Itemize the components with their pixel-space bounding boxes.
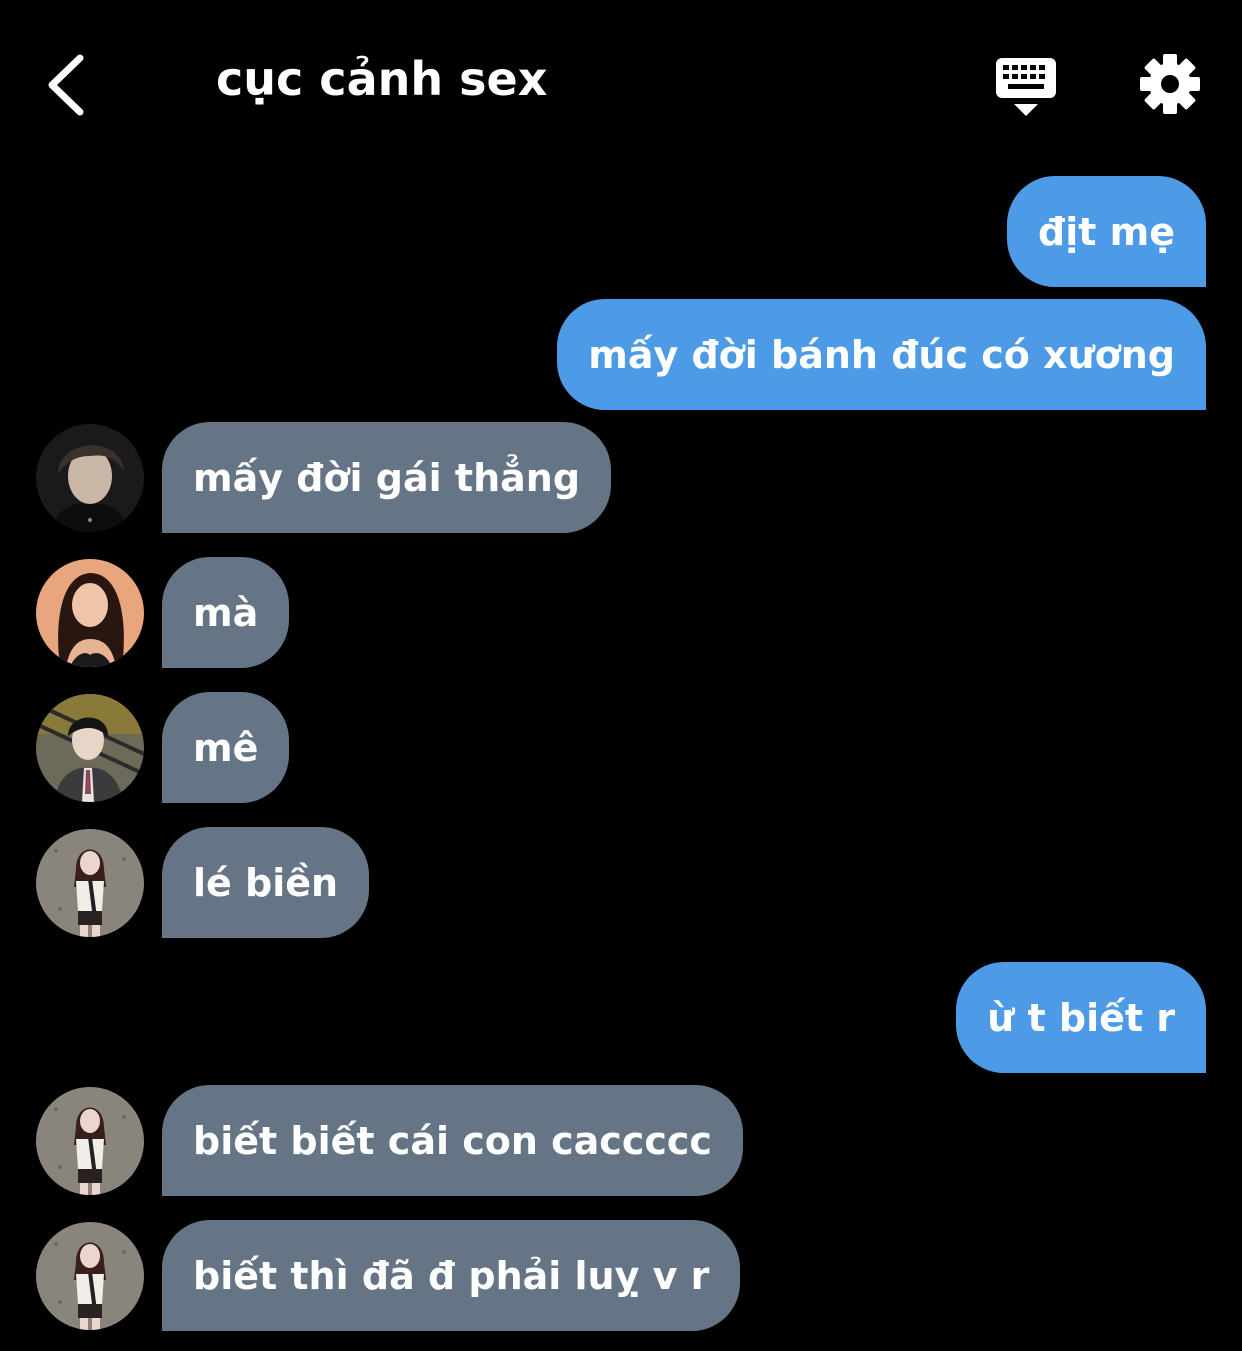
incoming-message-bubble[interactable]: biết thì đã đ phải luỵ v r [162,1220,741,1331]
avatar-woman-concrete-wall [36,829,144,937]
avatar-woman-concrete-wall [36,1222,144,1330]
message-row: mà [0,557,1242,668]
message-row: lé biền [0,827,1242,938]
avatar[interactable] [36,424,144,532]
outgoing-message-bubble[interactable]: địt mẹ [1007,176,1206,287]
outgoing-message-bubble[interactable]: ừ t biết r [956,962,1206,1073]
message-row: ừ t biết r [0,962,1242,1073]
avatar-long-hair-woman [36,559,144,667]
avatar[interactable] [36,694,144,802]
message-row: mấy đời bánh đúc có xương [0,299,1242,410]
avatar[interactable] [36,1222,144,1330]
message-row: mấy đời gái thẳng [0,422,1242,533]
outgoing-message-bubble[interactable]: mấy đời bánh đúc có xương [557,299,1206,410]
incoming-message-bubble[interactable]: mấy đời gái thẳng [162,422,612,533]
avatar[interactable] [36,829,144,937]
avatar-dark-hair-man [36,424,144,532]
incoming-message-bubble[interactable]: biết biết cái con caccccc [162,1085,743,1196]
incoming-message-bubble[interactable]: lé biền [162,827,370,938]
incoming-message-bubble[interactable]: mà [162,557,290,668]
avatar-suit-man [36,694,144,802]
message-row: biết biết cái con caccccc [0,1085,1242,1196]
message-row: biết thì đã đ phải luỵ v r [0,1220,1242,1331]
message-row: mê [0,692,1242,803]
message-list: địt mẹ mấy đời bánh đúc có xương mấy đời… [0,0,1242,1351]
incoming-message-bubble[interactable]: mê [162,692,290,803]
avatar[interactable] [36,559,144,667]
message-row: địt mẹ [0,176,1242,287]
avatar-woman-concrete-wall [36,1087,144,1195]
avatar[interactable] [36,1087,144,1195]
